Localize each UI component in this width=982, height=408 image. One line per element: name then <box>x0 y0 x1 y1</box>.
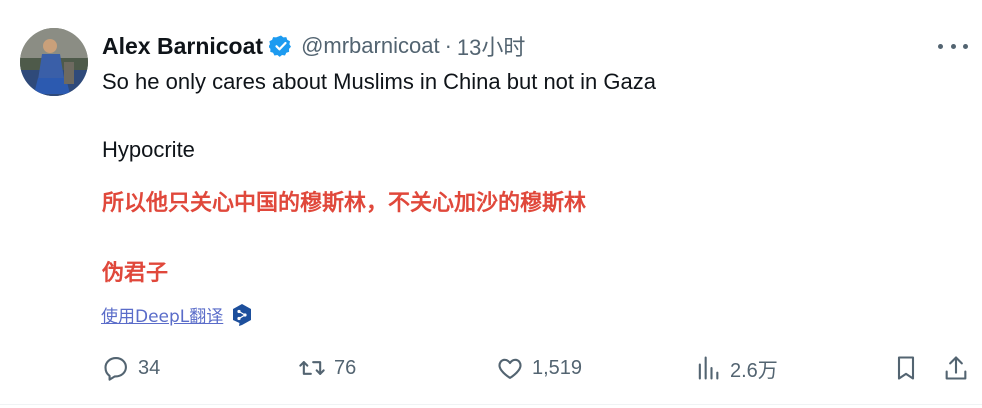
bookmark-button[interactable] <box>892 350 920 386</box>
tweet-card[interactable]: Alex Barnicoat @mrbarnicoat · 13小时 So he… <box>0 0 982 408</box>
avatar[interactable] <box>20 28 88 96</box>
tweet-text-line2: Hypocrite <box>102 137 195 162</box>
more-icon[interactable] <box>938 36 968 56</box>
translation-line2: 伪君子 <box>102 261 169 286</box>
share-button[interactable] <box>942 350 970 386</box>
timestamp[interactable]: 13小时 <box>457 30 525 62</box>
tweet-text-line1: So he only cares about Muslims in China … <box>102 69 656 94</box>
like-icon <box>498 358 522 379</box>
action-bar: 34 76 1,519 2.6万 <box>102 350 972 386</box>
views-button[interactable]: 2.6万 <box>694 350 778 386</box>
verified-icon <box>268 34 293 58</box>
translate-link[interactable]: 使用DeepL翻译 <box>101 302 253 327</box>
divider <box>0 404 982 405</box>
reply-button[interactable]: 34 <box>102 350 160 386</box>
bookmark-icon <box>897 356 915 380</box>
author-handle[interactable]: @mrbarnicoat <box>301 33 440 59</box>
reply-icon <box>104 357 127 381</box>
retweet-icon <box>299 361 325 375</box>
translate-link-label[interactable]: 使用DeepL翻译 <box>101 302 223 327</box>
separator-dot: · <box>444 33 452 58</box>
like-count: 1,519 <box>532 356 583 379</box>
retweet-button[interactable]: 76 <box>298 350 356 386</box>
share-icon <box>945 356 967 380</box>
deepl-icon[interactable] <box>231 303 253 327</box>
like-button[interactable]: 1,519 <box>496 350 582 386</box>
author-name[interactable]: Alex Barnicoat <box>102 33 263 60</box>
tweet-header: Alex Barnicoat @mrbarnicoat · 13小时 <box>102 30 525 62</box>
reply-count: 34 <box>138 356 161 379</box>
retweet-count: 76 <box>334 356 357 379</box>
translation-line1: 所以他只关心中国的穆斯林，不关心加沙的穆斯林 <box>102 191 587 216</box>
views-count: 2.6万 <box>730 359 778 382</box>
views-icon <box>698 356 719 380</box>
